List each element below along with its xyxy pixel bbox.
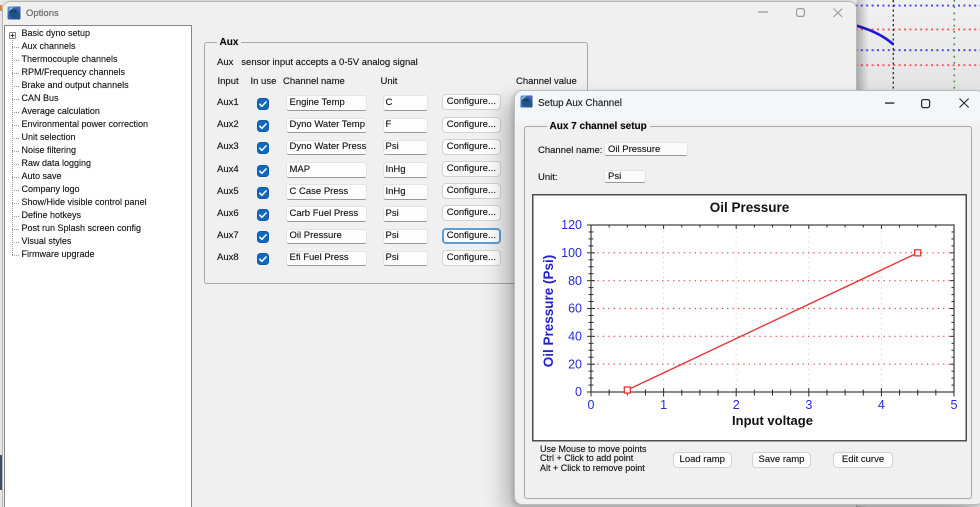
svg-text:3: 3: [805, 398, 812, 412]
svg-text:Input voltage: Input voltage: [732, 413, 813, 428]
svg-text:1: 1: [660, 398, 667, 412]
svg-text:0: 0: [588, 398, 595, 412]
svg-text:4: 4: [878, 398, 885, 412]
svg-text:120: 120: [561, 218, 582, 232]
svg-text:Oil Pressure: Oil Pressure: [710, 200, 790, 215]
svg-text:80: 80: [568, 274, 582, 288]
svg-text:40: 40: [568, 330, 582, 344]
svg-text:60: 60: [568, 302, 582, 316]
svg-text:Oil Pressure (Psi): Oil Pressure (Psi): [541, 255, 556, 368]
svg-text:0: 0: [575, 385, 582, 399]
svg-text:2: 2: [733, 398, 740, 412]
svg-text:100: 100: [561, 246, 582, 260]
svg-text:20: 20: [568, 357, 582, 371]
svg-text:5: 5: [951, 398, 958, 412]
